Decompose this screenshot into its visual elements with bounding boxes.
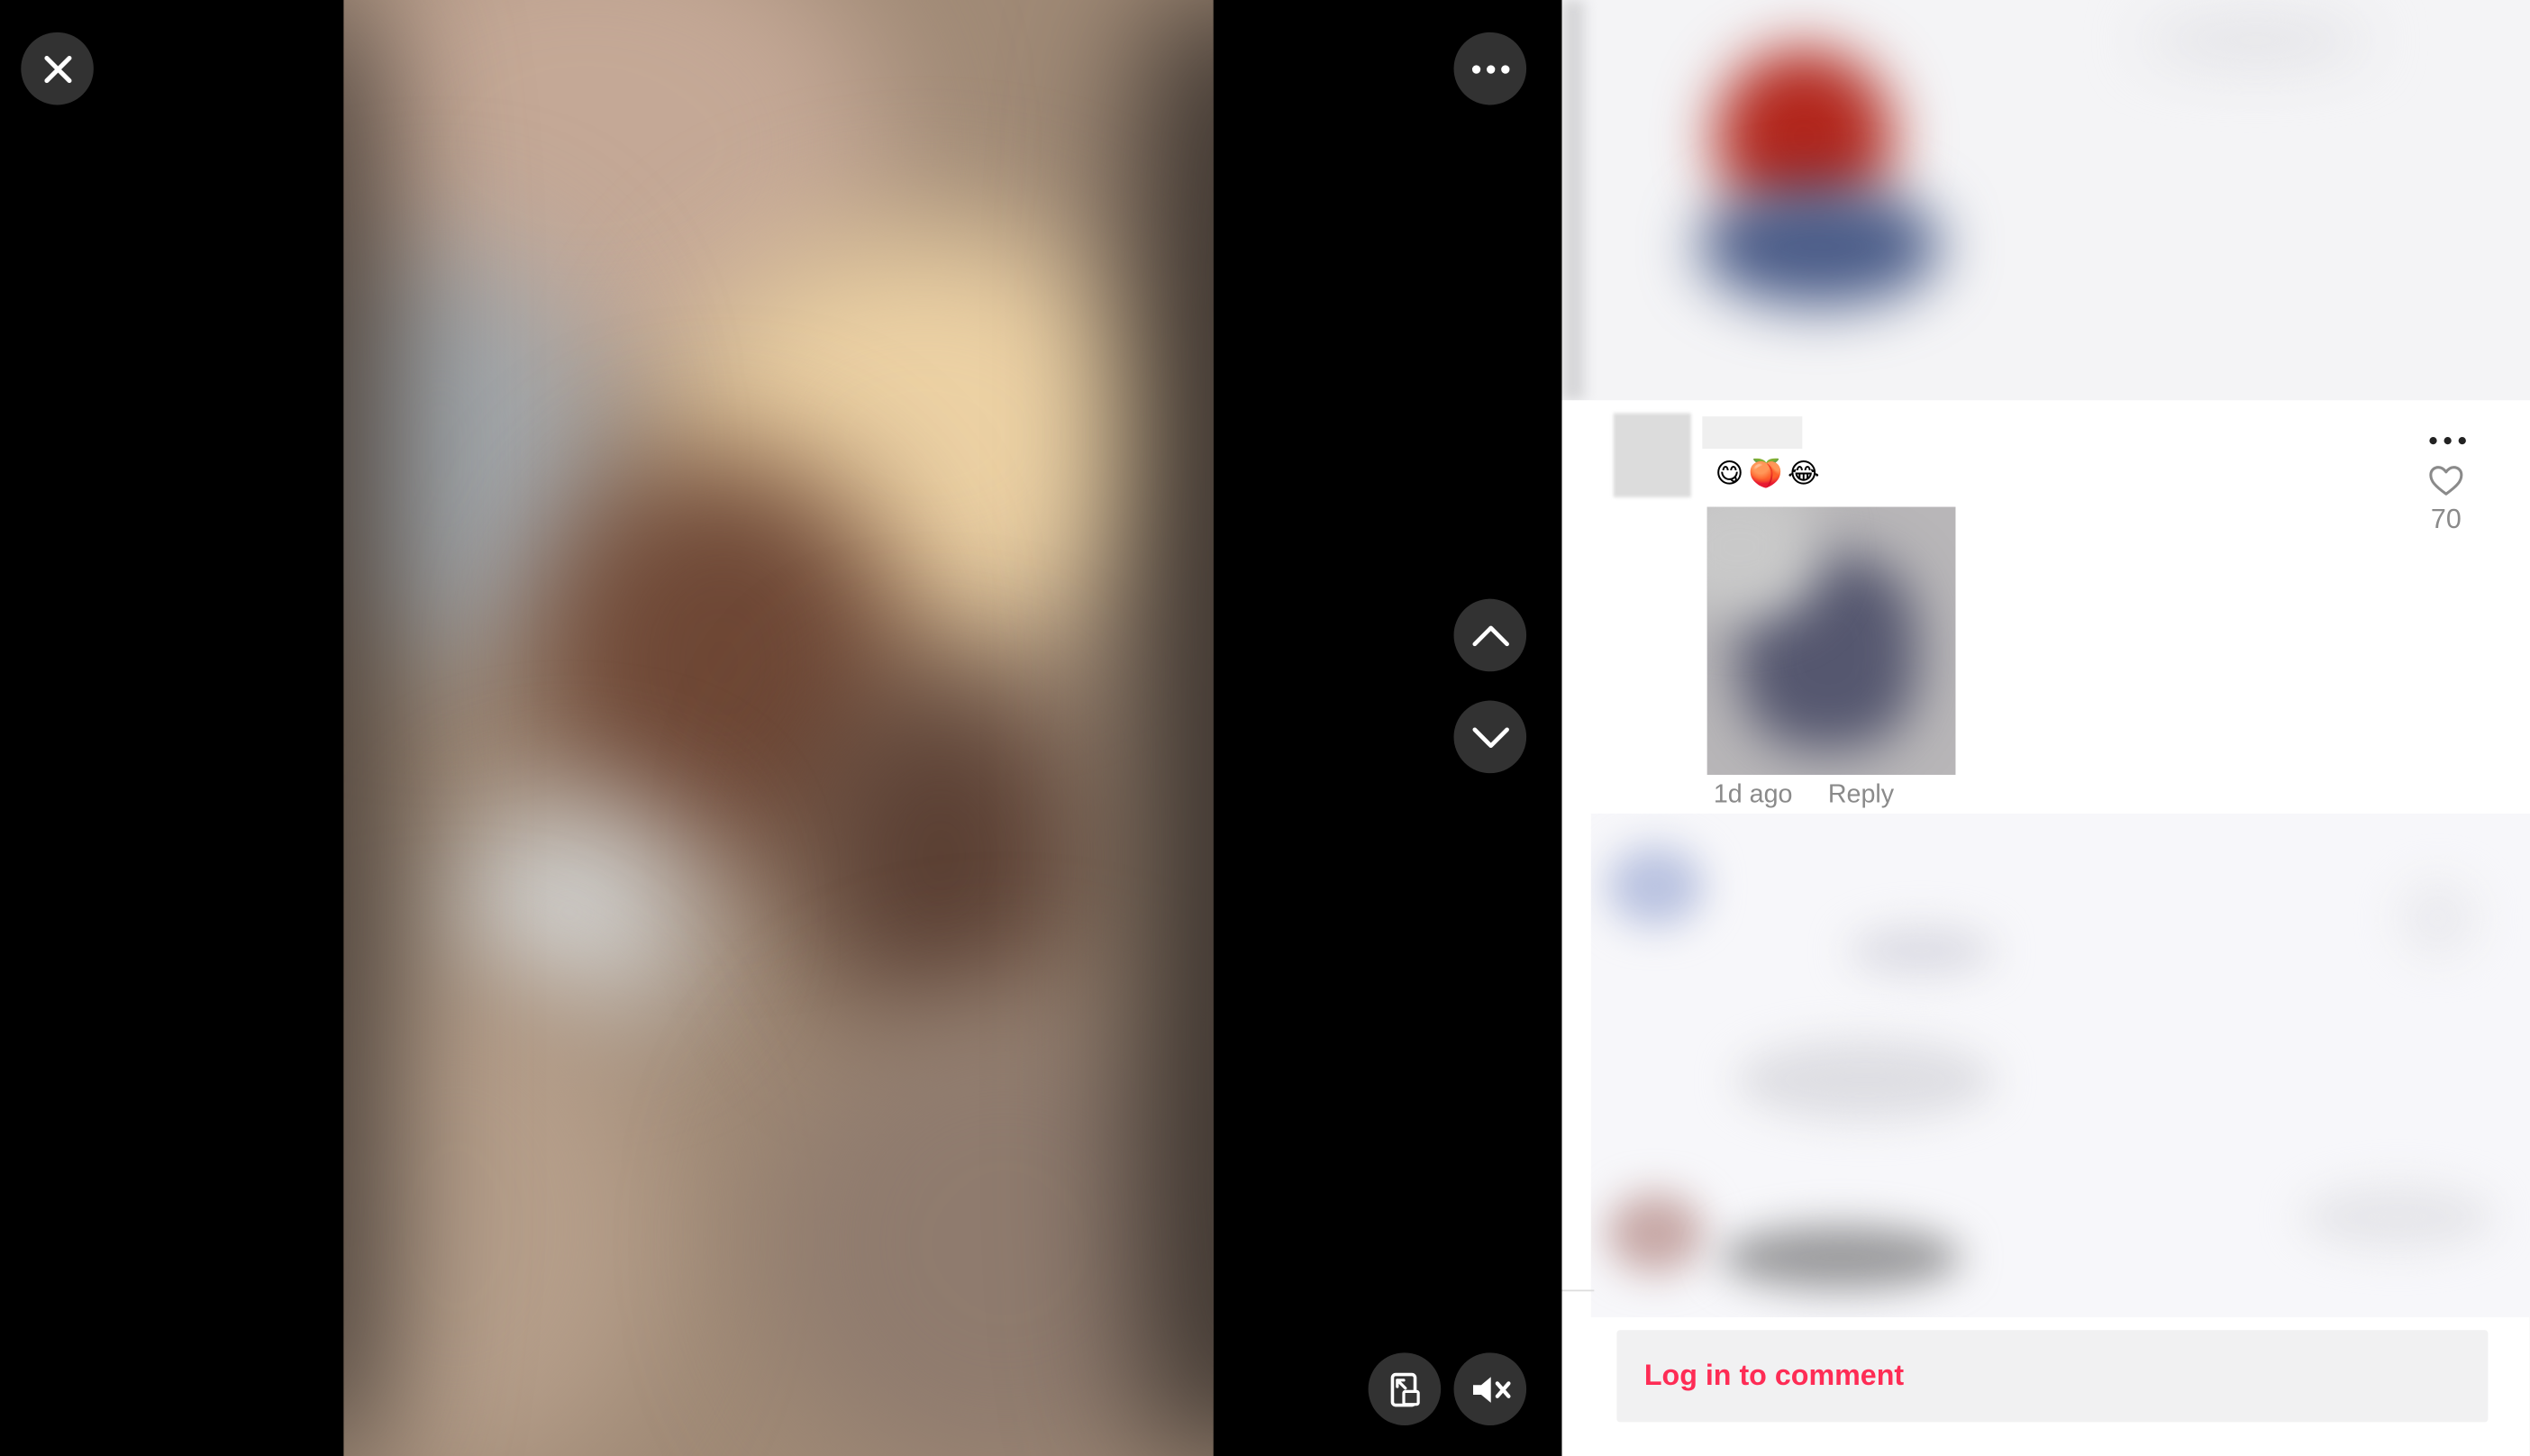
username-redacted[interactable] [1702, 416, 1803, 450]
comment-image[interactable] [1706, 506, 1956, 775]
avatar[interactable] [1613, 413, 1691, 497]
close-button[interactable] [21, 32, 94, 105]
close-icon [43, 55, 71, 83]
comment-text: 😋🍑😂 [1715, 458, 1825, 489]
video-player[interactable] [0, 0, 1562, 1456]
blurred-comments-list [1590, 813, 2530, 1317]
more-horizontal-icon [1471, 64, 1509, 73]
like-count: 70 [2430, 503, 2462, 535]
reply-button[interactable]: Reply [1828, 781, 1894, 810]
mute-button[interactable] [1453, 1352, 1527, 1425]
login-to-comment-label: Log in to comment [1643, 1359, 1905, 1392]
previous-video-button[interactable] [1453, 598, 1527, 672]
heart-outline-icon[interactable] [2428, 465, 2463, 497]
chevron-up-icon [1471, 624, 1509, 646]
next-video-button[interactable] [1453, 700, 1527, 774]
blurred-comment-area [1561, 0, 2530, 401]
chevron-down-icon [1471, 726, 1509, 748]
more-horizontal-icon[interactable] [2426, 432, 2469, 449]
divider [1561, 1289, 1595, 1292]
video-content-blurred[interactable] [343, 0, 1214, 1456]
floating-player-icon [1389, 1371, 1419, 1406]
floating-player-button[interactable] [1368, 1352, 1442, 1425]
login-to-comment-button[interactable]: Log in to comment [1616, 1330, 2489, 1423]
comments-panel: 😋🍑😂 1d ago Reply 70 Log in to comment [1561, 0, 2530, 1456]
more-options-button[interactable] [1453, 32, 1527, 105]
comment-timestamp: 1d ago [1713, 781, 1793, 809]
comment-item: 😋🍑😂 1d ago Reply 70 [1561, 400, 2530, 814]
comment-meta: 1d ago Reply [1714, 781, 1894, 810]
volume-muted-icon [1472, 1376, 1510, 1403]
